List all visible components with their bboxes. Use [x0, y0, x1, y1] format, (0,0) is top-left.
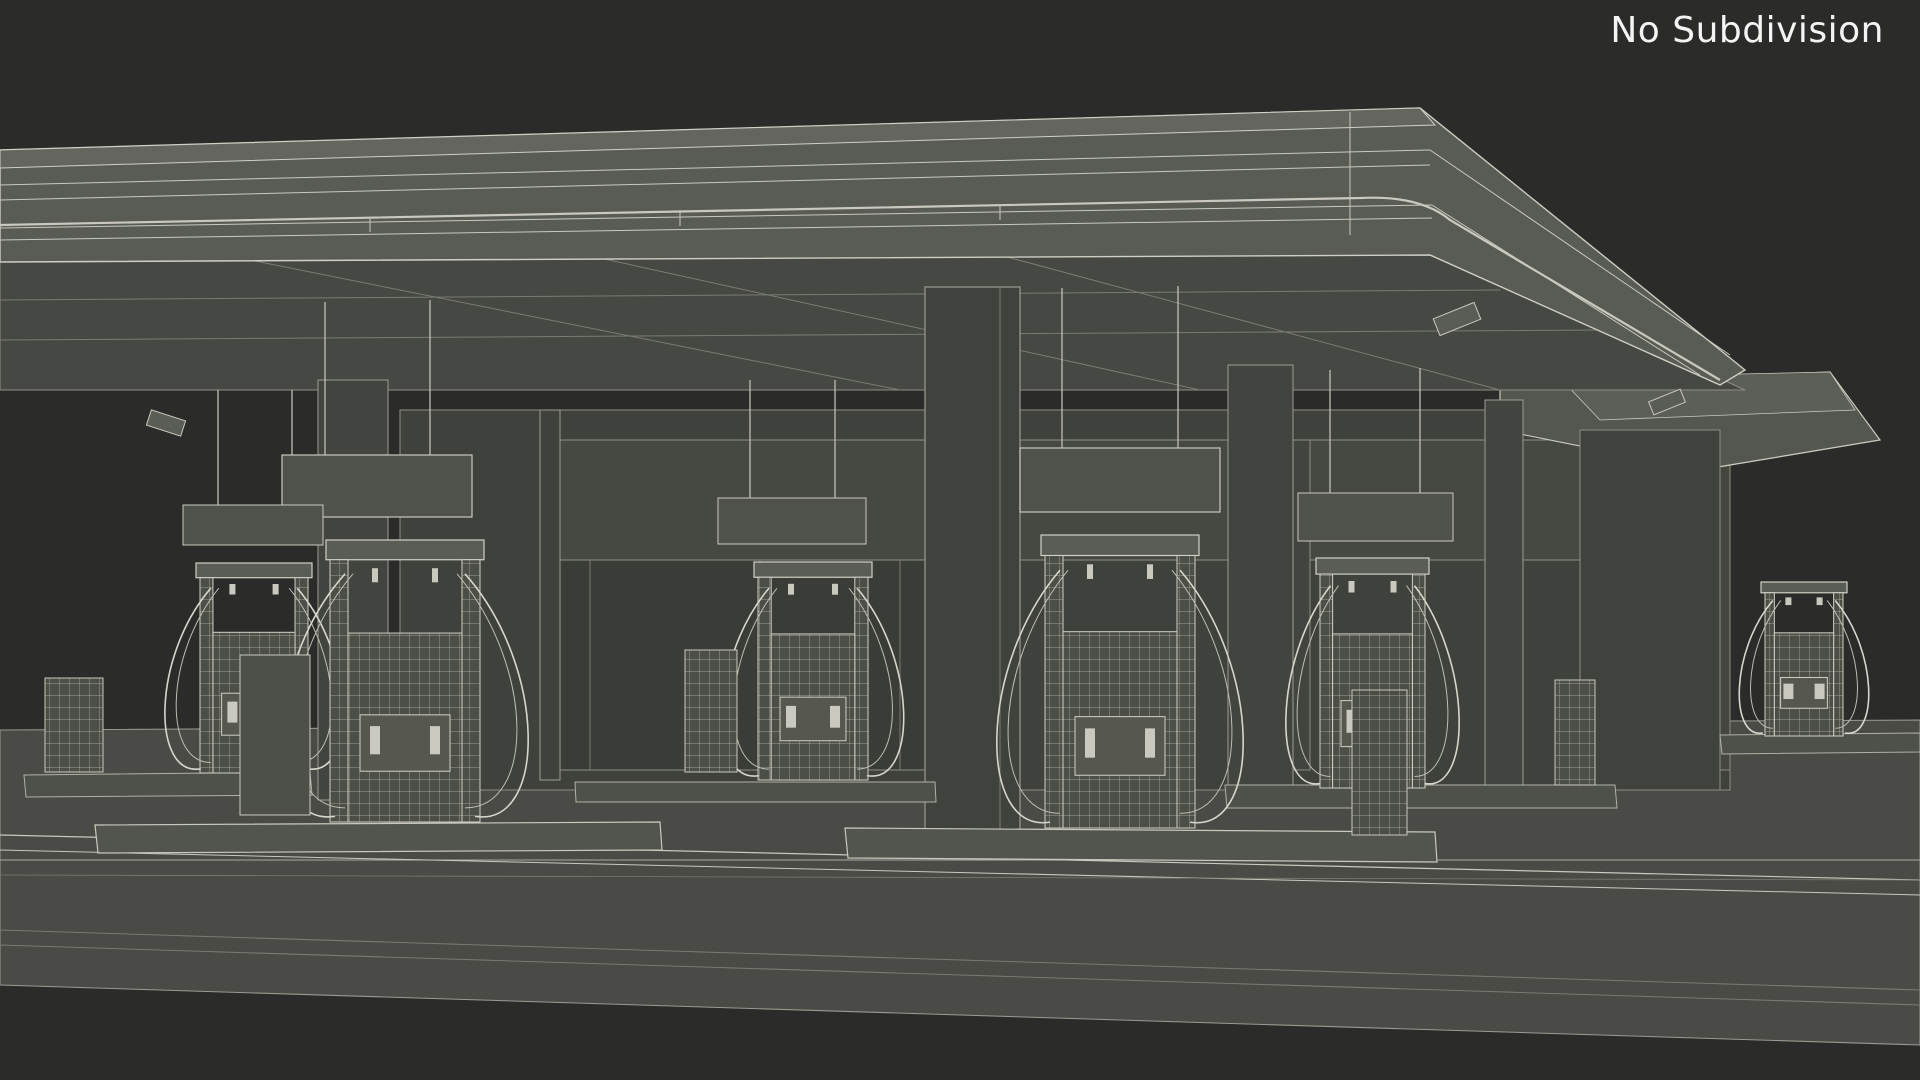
fuel-pump — [1738, 581, 1870, 737]
main-canopy — [0, 107, 1747, 437]
viewport[interactable]: No Subdivision — [0, 0, 1920, 1080]
render-mode-label: No Subdivision — [1610, 10, 1884, 51]
wireframe-gas-station-render — [0, 107, 1920, 1046]
